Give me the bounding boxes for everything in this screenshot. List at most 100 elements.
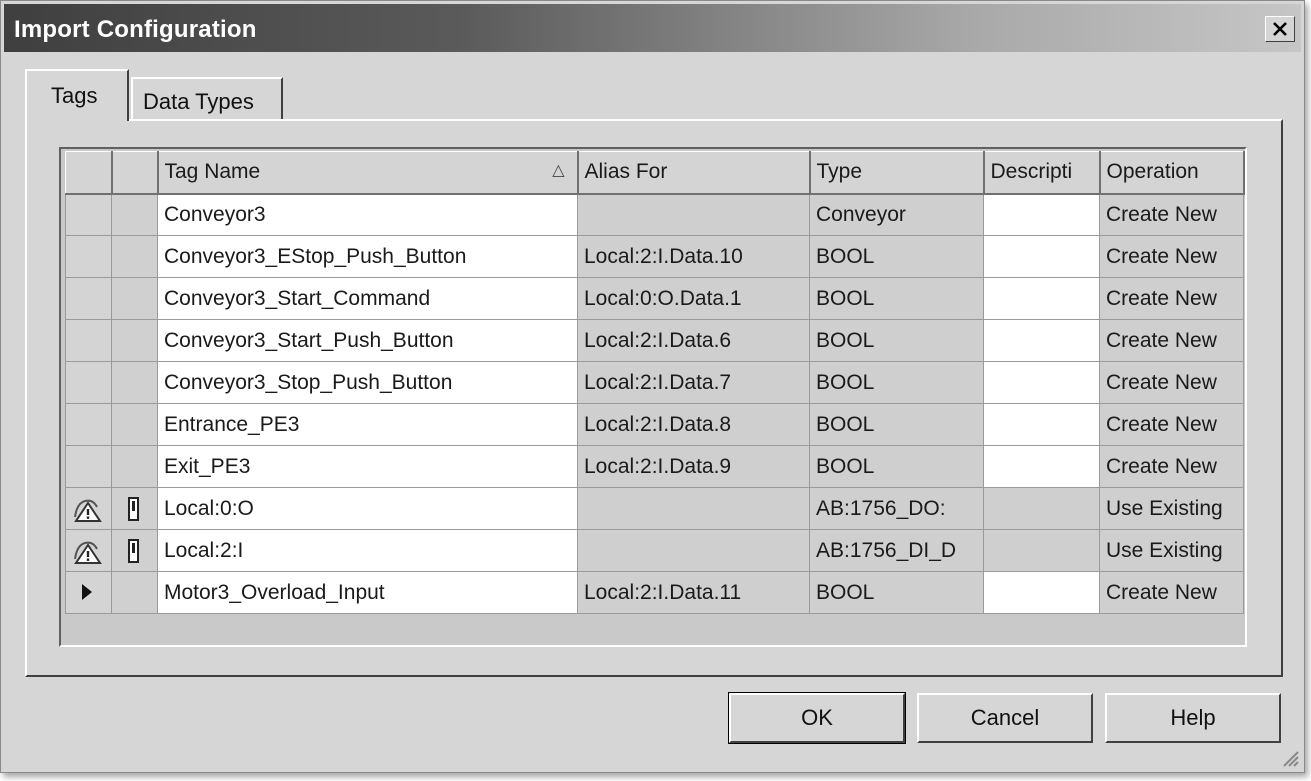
resize-grip-icon[interactable] [1278, 746, 1300, 768]
type-cell[interactable]: AB:1756_DO: [809, 487, 984, 530]
alias-for-cell[interactable] [577, 193, 810, 236]
type-cell[interactable]: BOOL [809, 235, 984, 278]
table-row[interactable]: Conveyor3_Stop_Push_Button Local:2:I.Data… [65, 361, 1244, 404]
alias-for-cell[interactable]: Local:0:O.Data.1 [577, 277, 810, 320]
description-cell[interactable] [983, 571, 1100, 614]
import-configuration-dialog: Import Configuration Tags Data Types Tag… [0, 0, 1305, 773]
header-icon-column[interactable] [111, 151, 159, 195]
description-cell[interactable] [983, 403, 1100, 446]
operation-cell[interactable]: Create New [1099, 445, 1244, 488]
table-row[interactable]: Local:2:I AB:1756_DI_D Use Existing [65, 529, 1244, 572]
operation-cell[interactable]: Create New [1099, 277, 1244, 320]
description-cell[interactable] [983, 361, 1100, 404]
tag-name-cell[interactable]: Conveyor3_Start_Command [157, 277, 578, 320]
tags-grid-frame: Tag Name △ Alias For Type Descripti Opera… [59, 147, 1247, 647]
operation-cell[interactable]: Create New [1099, 193, 1244, 236]
warning-icon [74, 541, 102, 564]
current-row-arrow-icon [82, 584, 92, 600]
description-cell[interactable] [983, 277, 1100, 320]
warning-icon [74, 499, 102, 522]
tag-name-cell[interactable]: Entrance_PE3 [157, 403, 578, 446]
alias-for-cell[interactable] [577, 487, 810, 530]
row-icon-cell [111, 193, 158, 236]
type-cell[interactable]: AB:1756_DI_D [809, 529, 984, 572]
row-selector[interactable] [65, 487, 112, 530]
description-cell[interactable] [983, 487, 1100, 530]
row-selector[interactable] [65, 235, 112, 278]
alias-for-cell[interactable]: Local:2:I.Data.9 [577, 445, 810, 488]
row-selector[interactable] [65, 277, 112, 320]
sort-ascending-icon: △ [552, 162, 565, 180]
row-icon-cell [111, 277, 158, 320]
operation-cell[interactable]: Create New [1099, 319, 1244, 362]
row-icon-cell [111, 361, 158, 404]
tags-grid: Tag Name △ Alias For Type Descripti Opera… [65, 151, 1245, 614]
description-cell[interactable] [983, 193, 1100, 236]
row-selector[interactable] [65, 571, 112, 614]
module-icon [128, 539, 139, 563]
row-selector[interactable] [65, 319, 112, 362]
type-cell[interactable]: BOOL [809, 361, 984, 404]
description-cell[interactable] [983, 529, 1100, 572]
close-button[interactable] [1265, 16, 1295, 42]
type-cell[interactable]: BOOL [809, 277, 984, 320]
title-bar[interactable]: Import Configuration [4, 4, 1301, 52]
table-row[interactable]: Conveyor3_Start_Push_Button Local:2:I.Dat… [65, 319, 1244, 362]
help-button[interactable]: Help [1105, 693, 1281, 743]
operation-cell[interactable]: Create New [1099, 571, 1244, 614]
table-row[interactable]: Local:0:O AB:1756_DO: Use Existing [65, 487, 1244, 530]
description-cell[interactable] [983, 235, 1100, 278]
dialog-title: Import Configuration [14, 16, 257, 43]
tab-tags[interactable]: Tags [25, 69, 129, 121]
alias-for-cell[interactable]: Local:2:I.Data.8 [577, 403, 810, 446]
table-row[interactable]: Conveyor3 Conveyor Create New [65, 193, 1244, 236]
table-row[interactable]: Conveyor3_EStop_Push_Button Local:2:I.Dat… [65, 235, 1244, 278]
tab-data-types[interactable]: Data Types [131, 77, 283, 121]
alias-for-cell[interactable] [577, 529, 810, 572]
type-cell[interactable]: Conveyor [809, 193, 984, 236]
tag-name-cell[interactable]: Local:2:I [157, 529, 578, 572]
ok-button[interactable]: OK [728, 692, 906, 744]
description-cell[interactable] [983, 319, 1100, 362]
header-type[interactable]: Type [809, 151, 985, 195]
operation-cell[interactable]: Create New [1099, 235, 1244, 278]
row-selector[interactable] [65, 445, 112, 488]
alias-for-cell[interactable]: Local:2:I.Data.6 [577, 319, 810, 362]
operation-cell[interactable]: Use Existing [1099, 487, 1244, 530]
tag-name-cell[interactable]: Exit_PE3 [157, 445, 578, 488]
tag-name-cell[interactable]: Conveyor3_Stop_Push_Button [157, 361, 578, 404]
table-row[interactable]: Entrance_PE3 Local:2:I.Data.8 BOOL Create N… [65, 403, 1244, 446]
operation-cell[interactable]: Create New [1099, 403, 1244, 446]
table-row[interactable]: Exit_PE3 Local:2:I.Data.9 BOOL Create New [65, 445, 1244, 488]
row-selector[interactable] [65, 529, 112, 572]
description-cell[interactable] [983, 445, 1100, 488]
type-cell[interactable]: BOOL [809, 571, 984, 614]
tag-name-cell[interactable]: Conveyor3 [157, 193, 578, 236]
tag-name-cell[interactable]: Motor3_Overload_Input [157, 571, 578, 614]
row-icon-cell [111, 571, 158, 614]
header-tag-name[interactable]: Tag Name △ [157, 151, 579, 195]
header-description[interactable]: Descripti [983, 151, 1101, 195]
header-operation[interactable]: Operation [1099, 151, 1245, 195]
row-selector[interactable] [65, 361, 112, 404]
tag-name-cell[interactable]: Conveyor3_Start_Push_Button [157, 319, 578, 362]
row-selector[interactable] [65, 403, 112, 446]
type-cell[interactable]: BOOL [809, 319, 984, 362]
type-cell[interactable]: BOOL [809, 445, 984, 488]
operation-cell[interactable]: Create New [1099, 361, 1244, 404]
tag-name-cell[interactable]: Local:0:O [157, 487, 578, 530]
grid-header-row: Tag Name △ Alias For Type Descripti Opera… [65, 151, 1245, 195]
alias-for-cell[interactable]: Local:2:I.Data.7 [577, 361, 810, 404]
table-row[interactable]: Conveyor3_Start_Command Local:0:O.Data.1 B… [65, 277, 1244, 320]
table-row[interactable]: Motor3_Overload_Input Local:2:I.Data.11 BO… [65, 571, 1244, 614]
header-alias-for[interactable]: Alias For [577, 151, 811, 195]
cancel-button[interactable]: Cancel [917, 693, 1093, 743]
row-selector[interactable] [65, 193, 112, 236]
row-icon-cell [111, 529, 158, 572]
alias-for-cell[interactable]: Local:2:I.Data.11 [577, 571, 810, 614]
type-cell[interactable]: BOOL [809, 403, 984, 446]
operation-cell[interactable]: Use Existing [1099, 529, 1244, 572]
tag-name-cell[interactable]: Conveyor3_EStop_Push_Button [157, 235, 578, 278]
header-marker-column[interactable] [65, 151, 113, 195]
alias-for-cell[interactable]: Local:2:I.Data.10 [577, 235, 810, 278]
